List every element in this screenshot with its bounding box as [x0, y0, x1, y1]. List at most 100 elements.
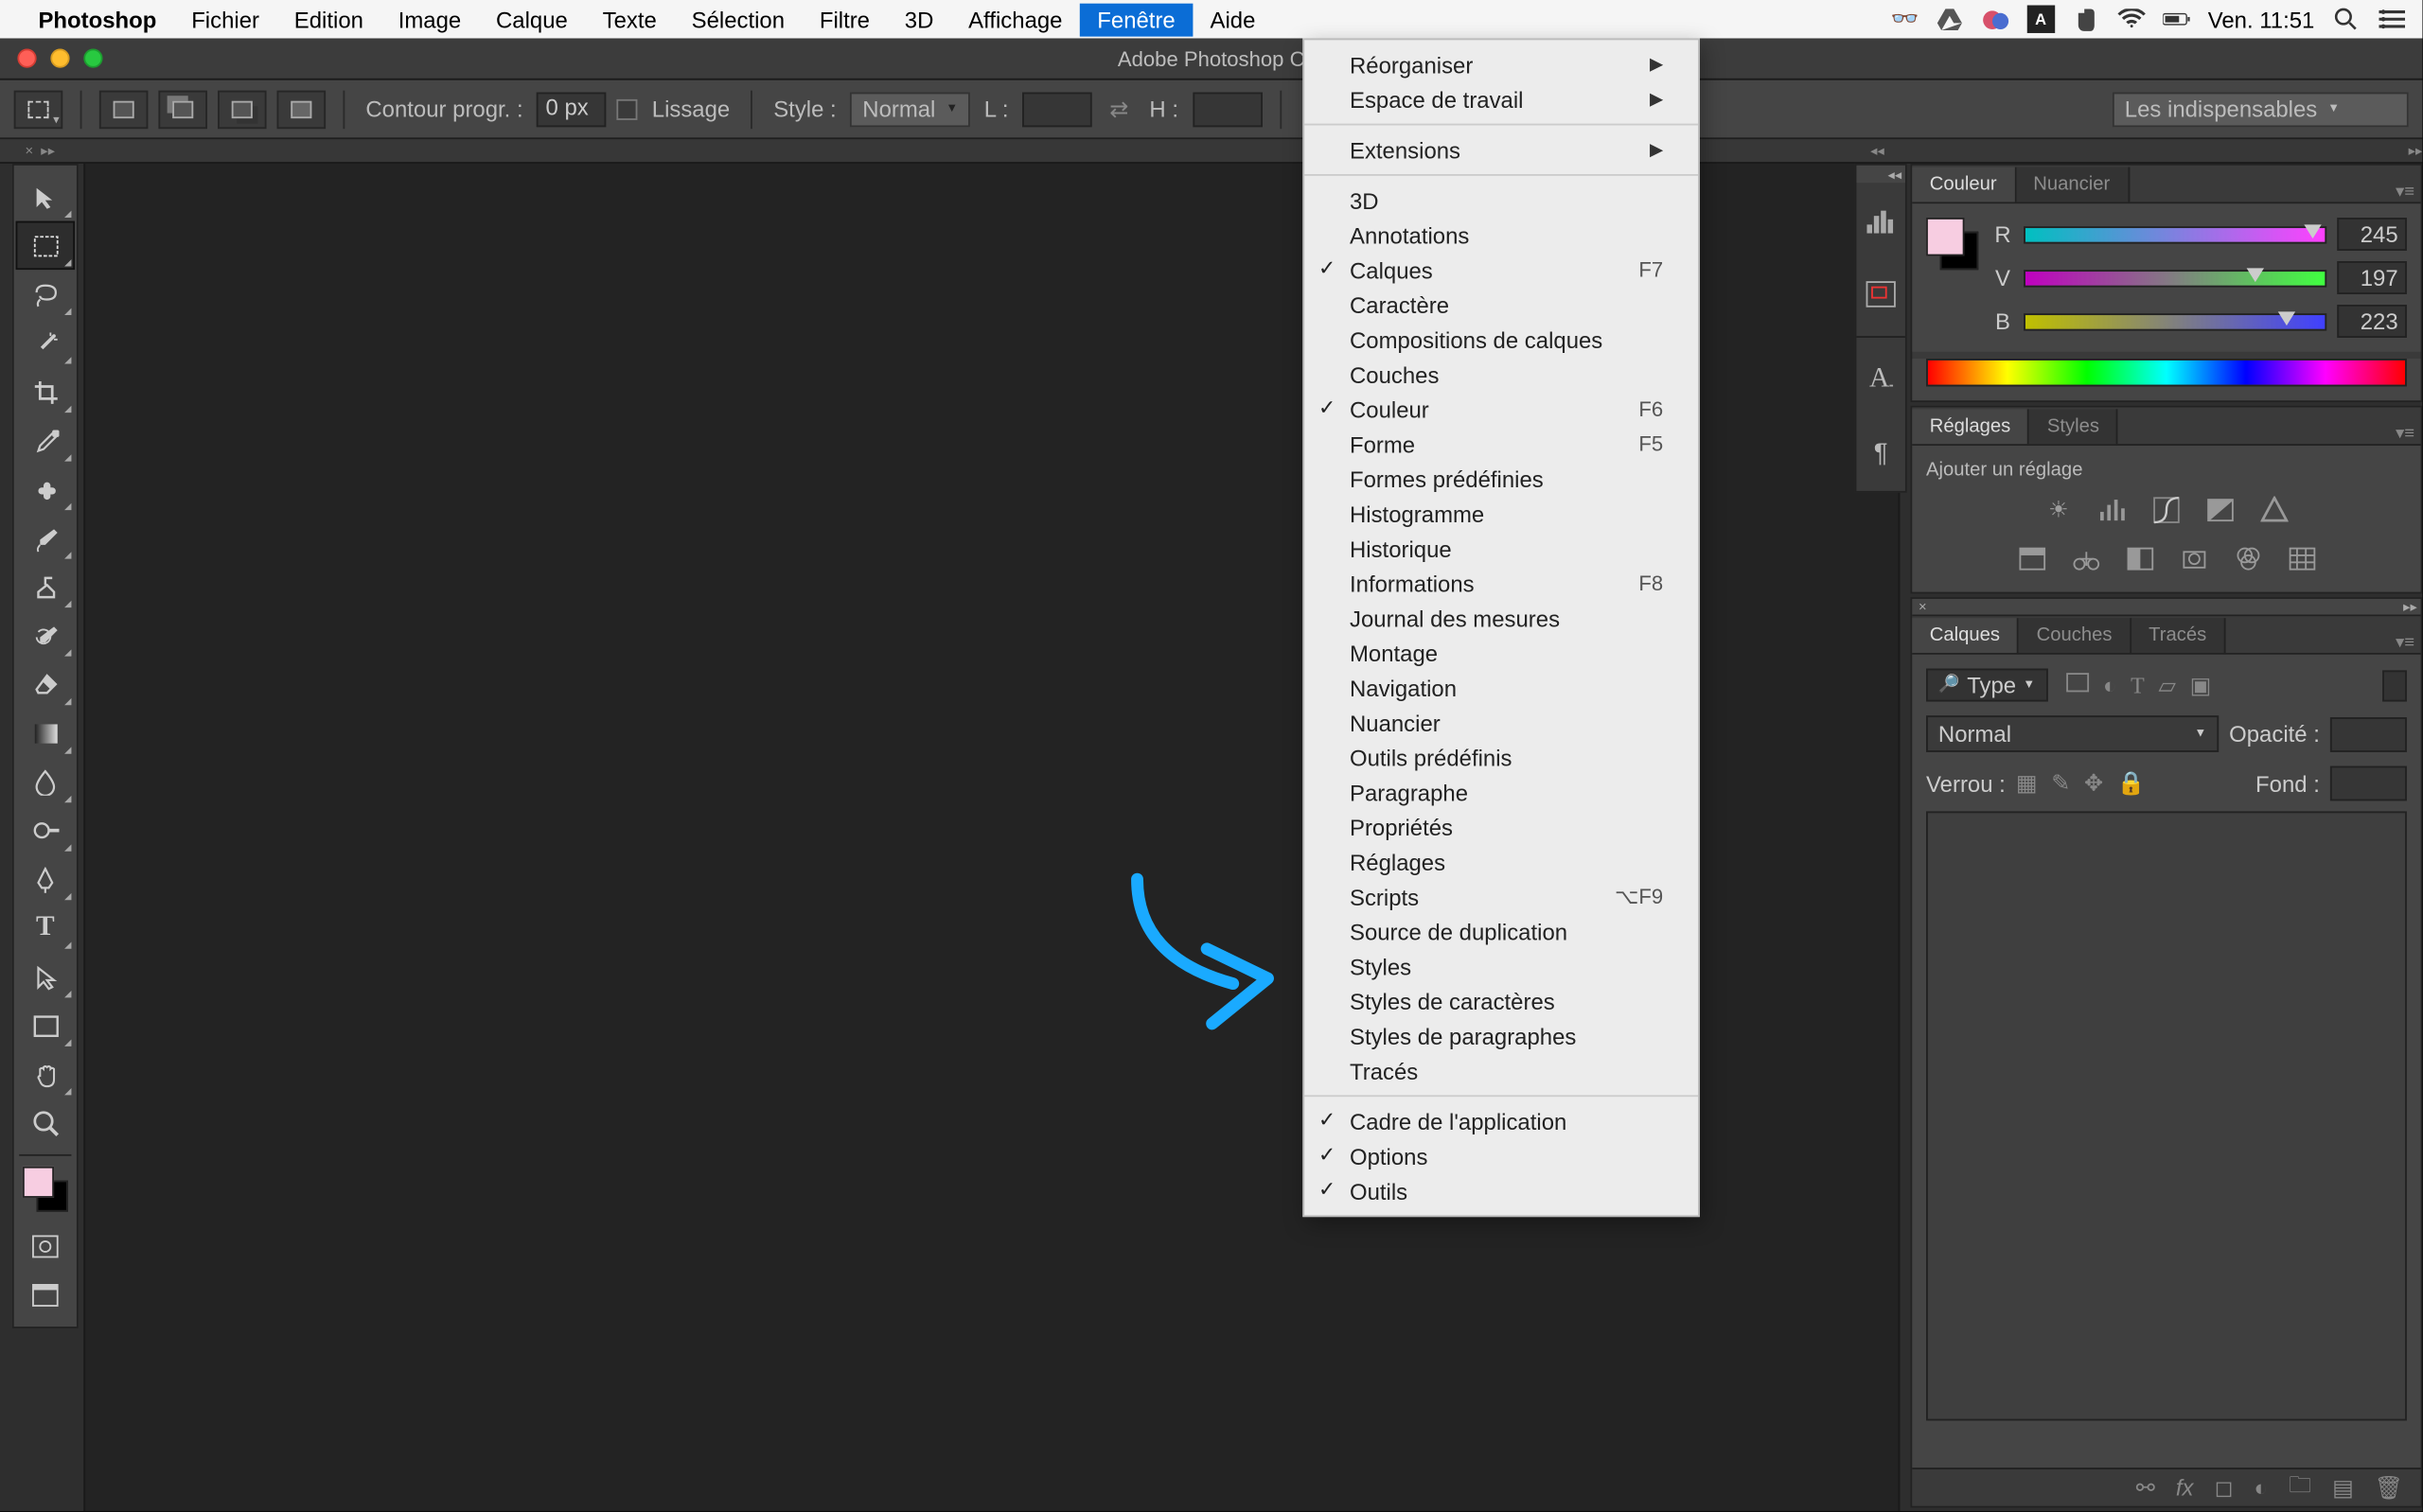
menu-item-scripts[interactable]: Scripts⌥F9: [1304, 879, 1698, 914]
slider-value-input[interactable]: 223: [2337, 305, 2407, 338]
menu-item-extensions[interactable]: Extensions▶: [1304, 132, 1698, 167]
menu-item-outils-pr-d-finis[interactable]: Outils prédéfinis: [1304, 740, 1698, 775]
menu-item-styles-de-paragraphes[interactable]: Styles de paragraphes: [1304, 1018, 1698, 1053]
menu-texte[interactable]: Texte: [585, 3, 674, 36]
menu-item-source-de-duplication[interactable]: Source de duplication: [1304, 914, 1698, 949]
menu-calque[interactable]: Calque: [479, 3, 586, 36]
lock-all-icon[interactable]: 🔒: [2117, 769, 2146, 797]
slider-handle[interactable]: [2247, 267, 2264, 281]
slider-value-input[interactable]: 197: [2337, 261, 2407, 294]
filter-pixel-icon[interactable]: [2064, 671, 2089, 698]
navigator-panel-icon[interactable]: [1856, 259, 1905, 329]
menu-item-nuancier[interactable]: Nuancier: [1304, 705, 1698, 740]
toolbox-collapse-handle[interactable]: × ▸▸: [7, 138, 73, 163]
layer-filter-dropdown[interactable]: 🔎Type▼: [1926, 669, 2047, 702]
foreground-background-swatches[interactable]: [23, 1167, 68, 1212]
crop-tool[interactable]: [16, 367, 76, 416]
menu-fichier[interactable]: Fichier: [174, 3, 277, 36]
tab-swatches[interactable]: Nuancier: [2016, 167, 2130, 202]
color-panel-menu[interactable]: ▾≡: [2389, 176, 2420, 202]
adj-curves-icon[interactable]: [2148, 491, 2185, 529]
menu-item-couches[interactable]: Couches: [1304, 357, 1698, 392]
layers-panel-menu[interactable]: ▾≡: [2389, 626, 2420, 653]
zoom-tool[interactable]: [16, 1099, 76, 1148]
delete-layer-icon[interactable]: 🗑: [2375, 1474, 2403, 1502]
menu-item-caract-re[interactable]: Caractère: [1304, 288, 1698, 323]
link-layers-icon[interactable]: ⚯: [2136, 1474, 2155, 1502]
tab-layers[interactable]: Calques: [1912, 618, 2019, 653]
menu-sélection[interactable]: Sélection: [674, 3, 802, 36]
marquee-mode-intersect[interactable]: [277, 90, 327, 128]
swap-wh-icon[interactable]: ⇄: [1103, 95, 1136, 122]
marquee-mode-new[interactable]: [99, 90, 149, 128]
menu-item-formes-pr-d-finies[interactable]: Formes prédéfinies: [1304, 462, 1698, 497]
pen-tool[interactable]: [16, 854, 76, 904]
fill-input[interactable]: [2330, 766, 2407, 801]
lock-transparency-icon[interactable]: ▦: [2016, 769, 2038, 797]
paragraph-panel-icon[interactable]: ¶: [1856, 418, 1905, 488]
app-name[interactable]: Photoshop: [38, 6, 156, 32]
menu-item-compositions-de-calques[interactable]: Compositions de calques: [1304, 322, 1698, 357]
feather-input[interactable]: 0 px: [537, 92, 607, 127]
layers-list[interactable]: [1926, 811, 2407, 1420]
eyedropper-tool[interactable]: [16, 416, 76, 466]
adj-hue-icon[interactable]: [2012, 539, 2050, 577]
color-spectrum-ramp[interactable]: [1926, 359, 2407, 386]
clone-stamp-tool[interactable]: [16, 562, 76, 611]
character-panel-icon[interactable]: A: [1856, 344, 1905, 414]
adj-photofilter-icon[interactable]: [2174, 539, 2212, 577]
adj-bw-icon[interactable]: [2120, 539, 2158, 577]
evernote-icon[interactable]: [2072, 6, 2099, 33]
hand-tool[interactable]: [16, 1050, 76, 1099]
spotlight-icon[interactable]: [2332, 6, 2360, 33]
blur-tool[interactable]: [16, 757, 76, 806]
color-panel-swatches[interactable]: [1926, 218, 1978, 270]
menu-item-3d[interactable]: 3D: [1304, 183, 1698, 218]
menu-aide[interactable]: Aide: [1193, 3, 1273, 36]
adj-exposure-icon[interactable]: [2202, 491, 2239, 529]
menubar-clock[interactable]: Ven. 11:51: [2208, 6, 2315, 32]
eraser-tool[interactable]: [16, 659, 76, 709]
menu-item-r-glages[interactable]: Réglages: [1304, 844, 1698, 879]
panel-close-icon[interactable]: ×: [1912, 599, 1933, 615]
tab-channels[interactable]: Couches: [2019, 618, 2131, 653]
tab-color[interactable]: Couleur: [1912, 167, 2016, 202]
workspace-switcher[interactable]: Les indispensables▼: [2113, 92, 2409, 127]
rectangle-tool[interactable]: [16, 1001, 76, 1050]
menu-item-styles[interactable]: Styles: [1304, 949, 1698, 984]
tab-paths[interactable]: Tracés: [2131, 618, 2226, 653]
menu-item-trac-s[interactable]: Tracés: [1304, 1053, 1698, 1088]
blend-mode-dropdown[interactable]: Normal▼: [1926, 715, 2219, 752]
filter-shape-icon[interactable]: ▱: [2158, 671, 2175, 698]
slider-track[interactable]: [2024, 269, 2326, 286]
history-brush-tool[interactable]: [16, 611, 76, 660]
menu-item-montage[interactable]: Montage: [1304, 636, 1698, 671]
new-group-icon[interactable]: 🗀: [2289, 1468, 2311, 1506]
battery-icon[interactable]: [2163, 6, 2190, 33]
menu-item-paragraphe[interactable]: Paragraphe: [1304, 775, 1698, 810]
glasses-icon[interactable]: 👓: [1891, 6, 1919, 33]
adj-channelmixer-icon[interactable]: [2228, 539, 2266, 577]
right-strip-collapse-handle[interactable]: ◂◂: [1845, 138, 1911, 163]
menu-item-histogramme[interactable]: Histogramme: [1304, 496, 1698, 531]
menu-item-annotations[interactable]: Annotations: [1304, 218, 1698, 253]
adobe-badge-icon[interactable]: A: [2026, 6, 2054, 33]
menu-edition[interactable]: Edition: [276, 3, 380, 36]
wifi-icon[interactable]: [2117, 6, 2145, 33]
menu-3d[interactable]: 3D: [887, 3, 950, 36]
quick-mask-toggle[interactable]: [16, 1222, 76, 1272]
marquee-mode-subtract[interactable]: [218, 90, 267, 128]
menu-item-styles-de-caract-res[interactable]: Styles de caractères: [1304, 984, 1698, 1019]
menu-fenêtre[interactable]: Fenêtre: [1080, 3, 1193, 36]
menu-item-propri-t-s[interactable]: Propriétés: [1304, 810, 1698, 845]
panels-collapse-handle[interactable]: ▸▸: [1910, 138, 2422, 163]
move-tool[interactable]: [16, 172, 76, 221]
menu-image[interactable]: Image: [380, 3, 478, 36]
menu-item-informations[interactable]: InformationsF8: [1304, 566, 1698, 601]
type-tool[interactable]: T: [16, 904, 76, 953]
panel-collapse-icon[interactable]: ▸▸: [2400, 599, 2421, 615]
adj-colorbalance-icon[interactable]: [2066, 539, 2104, 577]
antialias-checkbox[interactable]: [617, 98, 638, 119]
menu-item-couleur[interactable]: ✓CouleurF6: [1304, 392, 1698, 427]
tab-adjustments[interactable]: Réglages: [1912, 409, 2029, 444]
